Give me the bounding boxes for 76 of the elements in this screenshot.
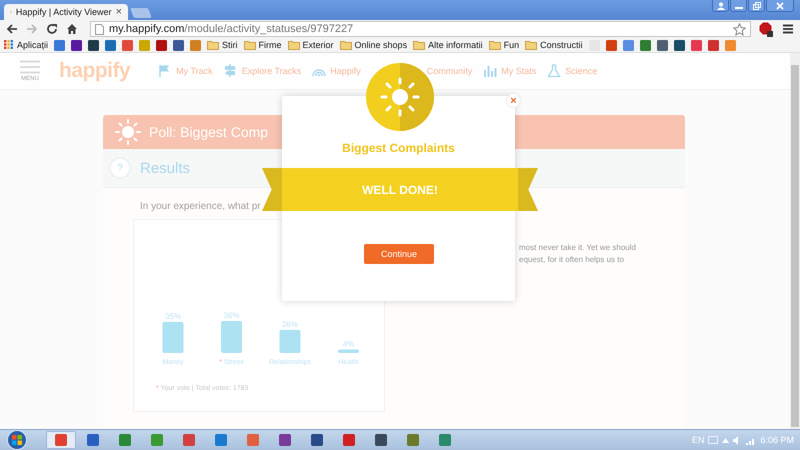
bookmark-folder[interactable]: Online shops (340, 40, 408, 50)
bookmark-folder[interactable]: Constructii (525, 40, 583, 50)
user-button[interactable] (712, 0, 729, 12)
folder-icon (525, 40, 538, 50)
address-bar[interactable]: my.happify.com/module/activity_statuses/9797227 (90, 21, 751, 37)
apps-shortcut[interactable]: Aplicații (4, 40, 48, 50)
folder-icon (488, 40, 501, 50)
bookmark-folder[interactable]: Alte informatii (413, 40, 483, 50)
bookmark-icon[interactable] (173, 40, 184, 50)
grid-icon (4, 40, 14, 50)
restore-icon (752, 2, 760, 10)
bookmark-icon[interactable] (71, 40, 82, 50)
flask-icon (547, 64, 562, 78)
scrollbar[interactable] (790, 53, 800, 429)
continue-button[interactable]: Continue (364, 244, 434, 264)
nav-link[interactable]: Community (426, 64, 472, 78)
bookmark-icon[interactable] (656, 40, 668, 50)
bookmark-icon[interactable] (88, 40, 100, 50)
folder-icon (413, 40, 426, 50)
new-tab-button[interactable] (130, 8, 152, 18)
section-title: Results (140, 160, 190, 176)
language-indicator[interactable]: EN (692, 435, 704, 445)
close-button[interactable]: × (506, 93, 521, 108)
poll-title: Poll: Biggest Comp (149, 124, 268, 140)
value-label: 4% (342, 339, 354, 348)
body-text: equest, for it often helps us to (519, 254, 625, 266)
bookmark-folder[interactable]: Fun (488, 40, 520, 50)
folder-icon (340, 40, 352, 50)
stop-sign-icon[interactable] (759, 22, 774, 36)
person-icon (716, 2, 724, 10)
bookmark-folder[interactable]: Firme (244, 40, 282, 50)
sun-icon (115, 119, 141, 145)
close-window-button[interactable] (766, 0, 794, 12)
chart-bar (280, 330, 300, 353)
menu-icon[interactable] (782, 23, 794, 35)
bookmark-icon[interactable] (640, 40, 651, 50)
bar-chart-icon (483, 64, 498, 78)
nav-link[interactable]: Explore Tracks (224, 64, 302, 78)
bookmark-folder[interactable]: Exterior (288, 40, 334, 50)
bookmark-folder[interactable]: Stiri (207, 40, 238, 50)
clock[interactable]: 6:06 PM (760, 435, 794, 445)
folder-icon (244, 40, 256, 50)
taskbar-button[interactable] (46, 431, 76, 449)
body-text: most never take it. Yet we should (519, 242, 636, 254)
tab-close-button[interactable]: × (116, 6, 122, 18)
value-label: 35% (165, 312, 181, 321)
poll-question: In your experience, what pr (140, 201, 262, 212)
close-icon (776, 2, 784, 10)
url-text: my.happify.com/module/activity_statuses/9797227 (109, 23, 354, 35)
restore-button[interactable] (748, 0, 765, 12)
chart-bar (221, 321, 242, 353)
minimize-button[interactable] (730, 0, 747, 12)
nav-link[interactable]: My Stats (483, 64, 536, 78)
bookmark-icon[interactable] (156, 40, 168, 50)
signpost-icon (224, 64, 238, 78)
nav-link[interactable]: My Track (158, 64, 213, 78)
nav-link[interactable]: Happify (312, 64, 361, 78)
folder-icon (288, 40, 300, 50)
chart-bar (162, 322, 184, 353)
home-icon[interactable] (66, 23, 78, 35)
reload-icon[interactable] (46, 23, 58, 35)
bookmark-icon[interactable] (105, 40, 116, 50)
value-label: 26% (282, 320, 298, 329)
folder-icon (207, 40, 220, 50)
bookmark-icon[interactable] (708, 40, 719, 50)
nav-link[interactable]: Science (547, 64, 598, 78)
page-icon (95, 24, 104, 34)
value-label: 36% (224, 311, 240, 320)
start-button[interactable] (6, 430, 28, 450)
chart-bar (338, 349, 359, 353)
dialog-title: Biggest Complaints (341, 141, 456, 155)
star-icon[interactable] (733, 22, 746, 36)
well-done-ribbon: WELL DONE! (262, 168, 538, 211)
back-icon[interactable] (6, 23, 18, 35)
bookmark-icon[interactable] (674, 40, 685, 50)
browser-tab[interactable]: Happify | Activity Viewer × (4, 4, 128, 20)
